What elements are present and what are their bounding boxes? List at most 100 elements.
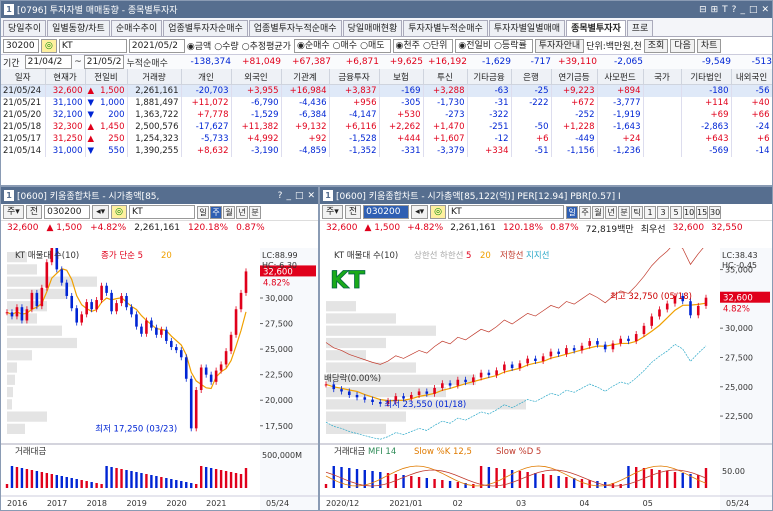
table-row[interactable]: 21/05/24 32,600 ▲ 1,500 2,261,161 -20,703 +3,9… bbox=[1, 84, 772, 97]
column-header[interactable]: 개인 bbox=[181, 69, 232, 85]
timeframe-button[interactable]: 년 bbox=[605, 205, 617, 219]
tab-9[interactable]: 프로 bbox=[626, 19, 654, 36]
timeframe-button[interactable]: 틱 bbox=[631, 205, 643, 219]
chart-button[interactable]: 차트 bbox=[696, 38, 722, 53]
radio-option[interactable]: ◉순매수 bbox=[297, 41, 330, 51]
to-date-input[interactable]: 21/05/2 bbox=[83, 55, 125, 69]
column-header[interactable]: 연기금등 bbox=[551, 69, 598, 85]
tab-5[interactable]: 당일매매현황 bbox=[342, 19, 403, 36]
maximize-icon[interactable]: □ bbox=[749, 5, 758, 15]
minimize-icon[interactable]: _ bbox=[286, 191, 291, 201]
column-header[interactable]: 보험 bbox=[379, 69, 424, 85]
timeframe-button[interactable]: 3 bbox=[657, 205, 669, 219]
timeframe-button[interactable]: 년 bbox=[236, 205, 248, 219]
sound-icon[interactable]: ◂▾ bbox=[411, 205, 429, 219]
main-titlebar[interactable]: 1 [0796] 투자자별 매매동향 - 종목별투자자 ⊟ ⊞ T ? _ □ … bbox=[1, 1, 772, 18]
table-row[interactable]: 21/05/20 32,100 ▼ 200 1,363,722 +7,778 -1,529-… bbox=[1, 109, 772, 121]
tab-0[interactable]: 당일추이 bbox=[3, 19, 47, 36]
column-header[interactable]: 기관계 bbox=[281, 69, 330, 85]
tab-4[interactable]: 업종별투자누적순매수 bbox=[248, 19, 342, 36]
timeframe-button[interactable]: 일 bbox=[566, 205, 578, 219]
close-icon[interactable]: ✕ bbox=[761, 5, 769, 15]
radio-option[interactable]: ○매도 bbox=[360, 41, 384, 51]
from-date-input[interactable]: 21/04/2 bbox=[24, 55, 73, 69]
stock-type-dropdown[interactable]: 주▾ bbox=[3, 205, 24, 219]
stock-type-dropdown[interactable]: 주▾ bbox=[322, 205, 343, 219]
search-icon[interactable]: ◎ bbox=[111, 205, 127, 219]
timeframe-button[interactable]: 일 bbox=[197, 205, 209, 219]
column-header[interactable]: 기타금융 bbox=[467, 69, 512, 85]
radio-option[interactable]: ○수량 bbox=[214, 42, 238, 52]
timeframe-button[interactable]: 15 bbox=[696, 205, 708, 219]
radio-option[interactable]: ○추정평균가 bbox=[242, 42, 291, 52]
left-chart-titlebar[interactable]: 1 [0600] 키움종합차트 - 시가총액[85, ? _ □ ✕ bbox=[1, 187, 318, 204]
unit-label: 단위:백만원,천 bbox=[586, 42, 642, 52]
column-header[interactable]: 기타법인 bbox=[681, 69, 732, 85]
sound-icon[interactable]: ◂▾ bbox=[92, 205, 110, 219]
investor-guide-button[interactable]: 투자자안내 bbox=[534, 38, 585, 53]
right-chart-titlebar[interactable]: 1 [0600] 키움종합차트 - 시가총액[85,122(억)] PER[12… bbox=[320, 187, 772, 204]
all-button[interactable]: 전 bbox=[25, 205, 43, 219]
tab-1[interactable]: 일별동향/차트 bbox=[47, 19, 110, 36]
column-header[interactable]: 현재가 bbox=[45, 69, 86, 85]
volume-bar bbox=[45, 473, 49, 488]
column-header[interactable]: 은행 bbox=[511, 69, 552, 85]
table-row[interactable]: 21/05/14 31,000 ▼ 550 1,390,255 +8,632 -3,190-… bbox=[1, 145, 772, 157]
column-header[interactable]: 금융투자 bbox=[329, 69, 380, 85]
table-row[interactable]: 21/05/17 31,250 ▲ 250 1,254,323 -5,733 +4,992 +… bbox=[1, 133, 772, 145]
table-row[interactable]: 21/05/21 31,100 ▼ 1,000 1,881,497 +11,072 -6,7… bbox=[1, 97, 772, 109]
minimize-icon[interactable]: _ bbox=[740, 5, 745, 15]
timeframe-button[interactable]: 10 bbox=[683, 205, 695, 219]
lock-icon[interactable]: ⊟ bbox=[699, 5, 707, 15]
stock-code-input[interactable]: 030200 bbox=[44, 205, 91, 219]
tab-7[interactable]: 투자자별일별매매 bbox=[488, 19, 566, 36]
radio-option[interactable]: ○단위 bbox=[423, 41, 447, 51]
column-header[interactable]: 일자 bbox=[1, 69, 46, 85]
timeframe-button[interactable]: 분 bbox=[618, 205, 630, 219]
column-header[interactable]: 사모펀드 bbox=[597, 69, 644, 85]
timeframe-button[interactable]: 5 bbox=[670, 205, 682, 219]
timeframe-button[interactable]: 분 bbox=[249, 205, 261, 219]
stock-name-field[interactable]: KT bbox=[129, 205, 195, 219]
column-header[interactable]: 내외국인 bbox=[731, 69, 772, 85]
stock-name-field[interactable]: KT bbox=[448, 205, 564, 219]
link-icon[interactable]: ⊞ bbox=[711, 5, 719, 15]
column-header[interactable]: 국가 bbox=[643, 69, 682, 85]
radio-option[interactable]: ○등락률 bbox=[494, 41, 527, 51]
maximize-icon[interactable]: □ bbox=[295, 191, 304, 201]
search-icon[interactable]: ◎ bbox=[430, 205, 446, 219]
timeframe-button[interactable]: 월 bbox=[592, 205, 604, 219]
tab-8[interactable]: 종목별투자자 bbox=[566, 19, 626, 36]
timeframe-button[interactable]: 주 bbox=[210, 205, 222, 219]
close-icon[interactable]: ✕ bbox=[307, 191, 315, 201]
query-button[interactable]: 조회 bbox=[643, 38, 669, 53]
date-input[interactable]: 2021/05/2 bbox=[128, 38, 185, 53]
radio-option[interactable]: ○매수 bbox=[333, 41, 357, 51]
help-icon[interactable]: ? bbox=[278, 191, 283, 201]
left-price-chart[interactable]: 32,50030,00027,50025,00022,50020,00017,5… bbox=[1, 248, 318, 510]
timeframe-button[interactable]: 주 bbox=[579, 205, 591, 219]
next-button[interactable]: 다음 bbox=[670, 38, 695, 53]
radio-option[interactable]: ◉전일비 bbox=[458, 41, 491, 51]
column-header[interactable]: 거래량 bbox=[127, 69, 182, 85]
timeframe-button[interactable]: 30 bbox=[709, 205, 721, 219]
timeframe-button[interactable]: 1 bbox=[644, 205, 656, 219]
tab-6[interactable]: 투자자별누적순매수 bbox=[403, 19, 488, 36]
right-price-chart[interactable]: 35,00032,50030,00027,50025,00022,500최고 3… bbox=[320, 248, 772, 510]
help-icon[interactable]: ? bbox=[732, 5, 737, 15]
radio-option[interactable]: ◉천주 bbox=[396, 41, 420, 51]
stock-code-input[interactable]: 30200 bbox=[3, 38, 39, 53]
stock-code-input[interactable]: 030200 bbox=[363, 205, 410, 219]
column-header[interactable]: 투신 bbox=[423, 69, 468, 85]
tab-2[interactable]: 순매수추이 bbox=[110, 19, 163, 36]
column-header[interactable]: 외국인 bbox=[231, 69, 282, 85]
tab-3[interactable]: 업종별투자자순매수 bbox=[163, 19, 248, 36]
column-header[interactable]: 전일비 bbox=[85, 69, 128, 85]
text-icon[interactable]: T bbox=[722, 5, 728, 15]
table-row[interactable]: 21/05/18 32,300 ▲ 1,450 2,500,576 -17,627 +11,… bbox=[1, 121, 772, 133]
stock-name-field[interactable]: KT bbox=[58, 38, 127, 53]
search-icon[interactable]: ◎ bbox=[41, 38, 57, 53]
all-button[interactable]: 전 bbox=[344, 205, 362, 219]
radio-option[interactable]: ◉금액 bbox=[187, 42, 211, 52]
timeframe-button[interactable]: 월 bbox=[223, 205, 235, 219]
